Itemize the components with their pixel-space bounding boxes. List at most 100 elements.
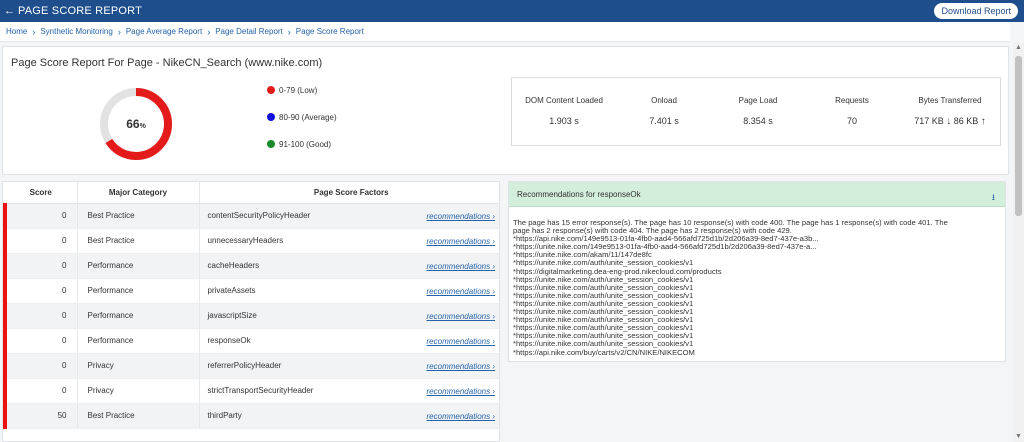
chevron-right-icon: › [492,286,495,296]
breadcrumb-synthetic-monitoring[interactable]: Synthetic Monitoring [40,27,112,36]
table-row: 0 Best Practice unnecessaryHeaders recommen… [3,228,499,254]
breadcrumb-page-score-report[interactable]: Page Score Report [296,27,364,36]
breadcrumb: Home › Synthetic Monitoring › Page Avera… [0,22,1010,42]
column-header-score[interactable]: Score [5,182,78,204]
recommendations-link-label: recommendations [426,286,491,296]
legend-dot-good [267,140,275,148]
summary-panel: Page Score Report For Page - NikeCN_Sear… [2,46,1009,175]
factor-name: javascriptSize [207,311,257,320]
recommendations-link-label: recommendations [426,236,491,246]
row-score: 0 [3,353,78,379]
metric-onload: Onload 7.401 s [616,78,712,145]
recommendation-line: *https://unite.nike.com/auth/unite_sessi… [513,332,694,341]
recommendations-link[interactable]: recommendations › [427,312,496,321]
factor-name: unnecessaryHeaders [207,236,284,245]
recommendations-link-label: recommendations [426,211,491,221]
legend-label-average: 80-90 (Average) [279,112,337,122]
arrow-left-icon[interactable]: ← [4,5,18,17]
row-category: Best Practice [77,228,200,254]
metric-value: 717 KB ↓ 86 KB ↑ [900,116,1000,127]
row-category: Privacy [77,378,200,404]
arrow-up-icon: ↑ [980,116,986,127]
chevron-right-icon: › [32,26,36,37]
row-factor: referrerPolicyHeader recommendations › [199,353,499,379]
factor-name: referrerPolicyHeader [207,361,282,370]
breadcrumb-page-average-report[interactable]: Page Average Report [126,27,202,36]
legend-item-low: 0-79 (Low) [267,85,337,95]
scroll-up-icon[interactable]: ▲ [1015,44,1022,51]
table-row: 0 Best Practice contentSecurityPolicyHeade… [3,203,499,229]
legend-item-average: 80-90 (Average) [267,112,337,122]
recommendations-link-label: recommendations [426,311,491,321]
app-header: ← PAGE SCORE REPORT Download Report [0,0,1024,22]
metric-label: DOM Content Loaded [525,96,603,105]
table-row: 0 Performance javascriptSize recommendation… [3,303,499,329]
row-category: Performance [77,253,200,279]
metric-label: Onload [651,96,677,105]
recommendation-line: page has 2 response(s) with code 404. Th… [513,227,792,236]
row-category: Performance [77,303,200,329]
recommendation-line: *https://unite.nike.com/auth/unite_sessi… [513,275,694,284]
recommendations-link[interactable]: recommendations › [427,287,496,296]
chevron-right-icon: › [117,26,121,37]
row-score: 0 [3,328,78,354]
download-report-button[interactable]: Download Report [934,3,1018,19]
recommendation-line: *https://unite.nike.com/auth/unite_sessi… [513,291,694,300]
row-score: 0 [3,278,78,304]
bytes-down-value: 717 KB [914,116,944,126]
bytes-up-value: 86 KB [953,116,979,126]
recommendation-line: *https://unite.nike.com/auth/unite_sessi… [513,324,694,333]
row-score: 0 [3,253,78,279]
recommendations-link[interactable]: recommendations › [427,262,496,271]
column-header-category[interactable]: Major Category [77,182,200,204]
recommendations-link[interactable]: recommendations › [427,212,496,221]
row-factor: javascriptSize recommendations › [199,303,499,329]
recommendations-link[interactable]: recommendations › [427,337,496,346]
factor-name: cacheHeaders [207,261,260,270]
scrollbar-thumb[interactable] [1015,56,1022,216]
factor-name: responseOk [207,336,251,345]
breadcrumb-page-detail-report[interactable]: Page Detail Report [215,27,283,36]
chevron-right-icon: › [492,311,495,321]
scroll-down-icon[interactable]: ▼ [1015,433,1022,440]
recommendation-line: *https://unite.nike.com/auth/unite_sessi… [513,283,694,292]
recommendation-line: *https://unite.nike.com/auth/unite_sessi… [513,259,694,268]
recommendation-line: *https://unite.nike.com/auth/unite_sessi… [513,308,694,317]
legend-dot-average [267,113,275,121]
recommendations-link[interactable]: recommendations › [427,387,496,396]
chevron-right-icon: › [492,211,495,221]
recommendations-link-label: recommendations [426,411,491,421]
recommendations-link[interactable]: recommendations › [427,237,496,246]
recommendations-link[interactable]: recommendations › [427,412,496,421]
metric-label: Bytes Transferred [918,96,982,105]
metric-value: 7.401 s [649,116,679,126]
recommendations-link-label: recommendations [426,361,491,371]
recommendations-title: Recommendations for responseOk [517,189,641,199]
factor-name: thirdParty [207,411,242,420]
score-legend: 0-79 (Low) 80-90 (Average) 91-100 (Good) [267,85,337,166]
row-factor: cacheHeaders recommendations › [199,253,499,279]
metric-dom-content-loaded: DOM Content Loaded 1.903 s [512,78,616,145]
metric-label: Page Load [738,96,778,105]
recommendations-header: Recommendations for responseOk ⭳ [509,182,1005,207]
table-row: 0 Performance privateAssets recommendations… [3,278,499,304]
column-header-factors[interactable]: Page Score Factors [199,182,499,204]
table-row: 0 Privacy strictTransportSecurityHeader rec… [3,378,499,404]
metric-value: 1.903 s [549,116,579,126]
metric-page-load: Page Load 8.354 s [712,78,804,145]
recommendations-body: The page has 15 error response(s). The p… [509,207,1005,357]
row-score: 0 [3,303,78,329]
recommendations-link[interactable]: recommendations › [427,362,496,371]
legend-item-good: 91-100 (Good) [267,139,337,149]
table-row: 0 Privacy referrerPolicyHeader recommendati… [3,353,499,379]
breadcrumb-home[interactable]: Home [6,27,27,36]
recommendation-line: *https://unite.nike.com/auth/unite_sessi… [513,340,694,349]
metric-bytes-transferred: Bytes Transferred 717 KB ↓ 86 KB ↑ [900,78,1000,145]
recommendation-line: *https://unite.nike.com/149e9513-01fa-4f… [513,243,817,252]
score-value: 66% [97,85,175,163]
chevron-right-icon: › [492,261,495,271]
page-scrollbar[interactable]: ▲ ▼ [1013,42,1024,442]
download-icon[interactable]: ⭳ [992,190,995,206]
row-factor: contentSecurityPolicyHeader recommendatio… [199,203,499,229]
row-category: Performance [77,278,200,304]
